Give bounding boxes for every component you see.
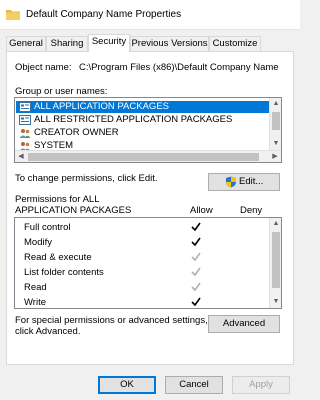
tab-customize[interactable]: Customize [209, 36, 261, 51]
apply-button[interactable]: Apply [232, 376, 290, 394]
allow-check-icon [191, 237, 201, 247]
permissions-for-label-line1: Permissions for ALL [15, 194, 100, 205]
scroll-thumb[interactable] [272, 112, 280, 130]
scroll-up-icon[interactable]: ▲ [270, 98, 281, 110]
permission-row-write: Write [15, 295, 269, 308]
advanced-button[interactable]: Advanced [208, 315, 280, 333]
permission-row-read-execute: Read & execute [15, 250, 269, 265]
window-title: Default Company Name Properties [26, 9, 182, 20]
tab-sharing[interactable]: Sharing [46, 36, 88, 51]
title-bar[interactable]: Default Company Name Properties [0, 0, 300, 30]
allow-check-gray-icon [191, 252, 201, 262]
scroll-thumb[interactable] [28, 153, 259, 161]
group-name: ALL RESTRICTED APPLICATION PACKAGES [34, 114, 233, 125]
edit-button[interactable]: Edit... [208, 173, 280, 191]
object-name-label: Object name: [15, 62, 72, 73]
permission-name: Read & execute [24, 252, 92, 263]
permission-row-list-folder-contents: List folder contents [15, 265, 269, 280]
special-permissions-hint-line1: For special permissions or advanced sett… [15, 315, 208, 326]
scroll-up-icon[interactable]: ▲ [270, 218, 281, 230]
scroll-down-icon[interactable]: ▼ [270, 296, 281, 308]
permission-row-full-control: Full control [15, 220, 269, 235]
folder-icon [6, 10, 20, 20]
tab-security[interactable]: Security [88, 34, 130, 52]
special-permissions-hint-line2: click Advanced. [15, 326, 81, 337]
group-item-creator-owner[interactable]: CREATOR OWNER [16, 127, 270, 139]
permission-name: Modify [24, 237, 52, 248]
scroll-right-icon[interactable]: ▶ [269, 151, 281, 162]
edit-button-label: Edit... [239, 176, 264, 187]
app-package-icon [19, 115, 31, 125]
permission-name: Full control [24, 222, 71, 233]
group-item-all-application-packages[interactable]: ALL APPLICATION PACKAGES [16, 101, 270, 113]
group-listbox[interactable]: ALL APPLICATION PACKAGES ALL RESTRICTED … [14, 97, 282, 163]
allow-check-icon [191, 222, 201, 232]
permission-row-modify: Modify [15, 235, 269, 250]
permission-row-read: Read [15, 280, 269, 295]
allow-column-header: Allow [190, 205, 213, 216]
permission-name: Read [24, 282, 47, 293]
group-item-all-restricted-packages[interactable]: ALL RESTRICTED APPLICATION PACKAGES [16, 114, 270, 126]
change-permissions-hint: To change permissions, click Edit. [15, 173, 158, 184]
group-name: CREATOR OWNER [34, 127, 119, 138]
ok-button[interactable]: OK [98, 376, 156, 394]
deny-column-header: Deny [240, 205, 263, 216]
tab-strip: General Sharing Security Previous Versio… [6, 34, 294, 52]
scroll-down-icon[interactable]: ▼ [270, 138, 281, 150]
cancel-button[interactable]: Cancel [165, 376, 223, 394]
app-package-icon [19, 102, 31, 112]
tab-general[interactable]: General [6, 36, 46, 51]
allow-check-gray-icon [191, 267, 201, 277]
group-name: ALL APPLICATION PACKAGES [34, 101, 169, 112]
permission-name: List folder contents [24, 267, 104, 278]
group-list-vertical-scrollbar[interactable]: ▲ ▼ [269, 98, 281, 150]
tab-previous-versions[interactable]: Previous Versions [130, 36, 209, 51]
object-name-value: C:\Program Files (x86)\Default Company N… [79, 62, 279, 73]
allow-check-icon [191, 297, 201, 307]
permission-name: Write [24, 297, 46, 308]
permissions-list: Full control Modify Read & execute List … [14, 217, 282, 309]
users-icon [19, 129, 31, 138]
scroll-thumb[interactable] [272, 232, 280, 288]
permissions-for-label-line2: APPLICATION PACKAGES [15, 205, 132, 216]
allow-check-gray-icon [191, 282, 201, 292]
permissions-vertical-scrollbar[interactable]: ▲ ▼ [269, 218, 281, 308]
uac-shield-icon [226, 176, 236, 188]
group-list-label: Group or user names: [15, 86, 108, 97]
group-list-horizontal-scrollbar[interactable]: ◀ ▶ [15, 150, 281, 162]
scroll-left-icon[interactable]: ◀ [15, 151, 27, 162]
